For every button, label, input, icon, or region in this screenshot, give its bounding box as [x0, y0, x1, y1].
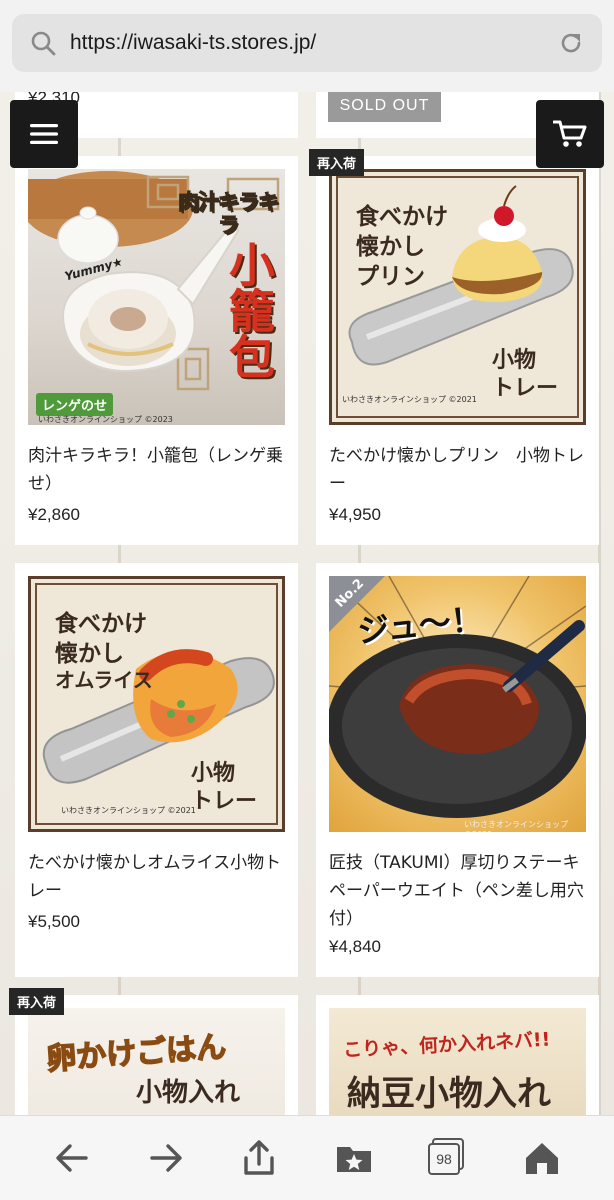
cart-icon [553, 120, 587, 147]
product-image[interactable]: 肉汁キラキラ 小籠包 Yummy★ レンゲのせ いわさきオンラインショップ ©2… [28, 169, 285, 425]
image-credit: いわさきオンラインショップ ©2021 [342, 395, 477, 404]
reload-icon[interactable] [558, 30, 584, 56]
product-card[interactable]: 肉汁キラキラ 小籠包 Yummy★ レンゲのせ いわさきオンラインショップ ©2… [15, 156, 298, 545]
product-card[interactable]: No.2 ジュ〜！ いわさきオンラインショップ ©2021 匠技（TAKUMI）… [316, 563, 599, 977]
image-headline-2: 納豆小物入れ [347, 1074, 551, 1114]
image-sub-2: トレー [492, 376, 559, 401]
address-bar[interactable]: https://iwasaki-ts.stores.jp/ [12, 14, 602, 72]
share-icon[interactable] [239, 1138, 279, 1178]
back-arrow-icon[interactable] [52, 1138, 92, 1178]
restock-badge: 再入荷 [9, 988, 65, 1015]
url-text[interactable]: https://iwasaki-ts.stores.jp/ [70, 31, 316, 55]
sold-out-badge: SOLD OUT [328, 90, 441, 122]
image-headline-1: 食べかけ [356, 204, 448, 230]
image-tag: レンゲのせ [36, 393, 114, 416]
image-headline-2: 小物入れ [136, 1078, 241, 1108]
image-headline-2: 懐かし [55, 641, 124, 667]
product-card[interactable]: 食べかけ 懐かし プリン 小物 トレー いわさきオンラインショップ ©2021 … [316, 156, 599, 545]
restock-badge: 再入荷 [309, 149, 365, 176]
image-big-text: 小籠包 [222, 241, 276, 379]
image-credit: いわさきオンラインショップ ©2021 [61, 806, 196, 815]
product-image[interactable]: こりゃ、何か入れネバ!! 納豆小物入れ [329, 1008, 586, 1128]
tabs-icon[interactable]: 98 [428, 1138, 466, 1176]
product-price: ¥4,950 [329, 505, 381, 524]
browser-top-bar: https://iwasaki-ts.stores.jp/ [0, 0, 614, 92]
product-price: ¥4,840 [329, 937, 381, 956]
product-image[interactable]: No.2 ジュ〜！ いわさきオンラインショップ ©2021 [329, 576, 586, 832]
tabs-count: 98 [436, 1151, 452, 1167]
image-credit: いわさきオンラインショップ ©2021 [464, 820, 568, 832]
product-price: ¥2,860 [28, 505, 80, 524]
hamburger-menu-icon [30, 124, 58, 144]
product-image[interactable]: 食べかけ 懐かし オムライス 小物 トレー いわさきオンラインショップ ©202… [28, 576, 285, 832]
image-credit: いわさきオンラインショップ ©2023 [38, 415, 173, 424]
browser-bottom-bar: 98 [0, 1115, 614, 1200]
product-title[interactable]: 肉汁キラキラ！小籠包（レンゲ乗せ） [28, 442, 290, 498]
product-price: ¥5,500 [28, 912, 80, 931]
menu-button[interactable] [10, 100, 78, 168]
forward-arrow-icon[interactable] [146, 1138, 186, 1178]
product-image[interactable]: 卵かけごはん 小物入れ [28, 1008, 285, 1128]
product-card[interactable]: 食べかけ 懐かし オムライス 小物 トレー いわさきオンラインショップ ©202… [15, 563, 298, 977]
image-headline-1: 食べかけ [55, 611, 147, 637]
bookmarks-icon[interactable] [334, 1138, 374, 1178]
product-image[interactable]: 食べかけ 懐かし プリン 小物 トレー いわさきオンラインショップ ©2021 [329, 169, 586, 425]
search-icon [31, 31, 56, 56]
product-title[interactable]: 匠技（TAKUMI）厚切りステーキペーパーウエイト（ペン差し用穴付） [329, 849, 591, 933]
image-headline-3: オムライス [55, 668, 153, 692]
image-headline-3: プリン [356, 264, 425, 290]
cart-button[interactable] [536, 100, 604, 168]
product-title[interactable]: たべかけ懐かしプリン 小物トレー [329, 442, 591, 498]
image-sub-2: トレー [191, 789, 258, 814]
image-headline: 肉汁キラキラ [178, 190, 280, 237]
image-headline-1: こりゃ、何か入れネバ!! [342, 1028, 551, 1062]
image-headline-2: 懐かし [356, 234, 425, 260]
image-headline-1: 卵かけごはん [44, 1029, 228, 1078]
product-card[interactable]: こりゃ、何か入れネバ!! 納豆小物入れ [316, 995, 599, 1128]
home-icon[interactable] [522, 1138, 562, 1178]
product-title[interactable]: たべかけ懐かしオムライス小物トレー [28, 849, 290, 905]
